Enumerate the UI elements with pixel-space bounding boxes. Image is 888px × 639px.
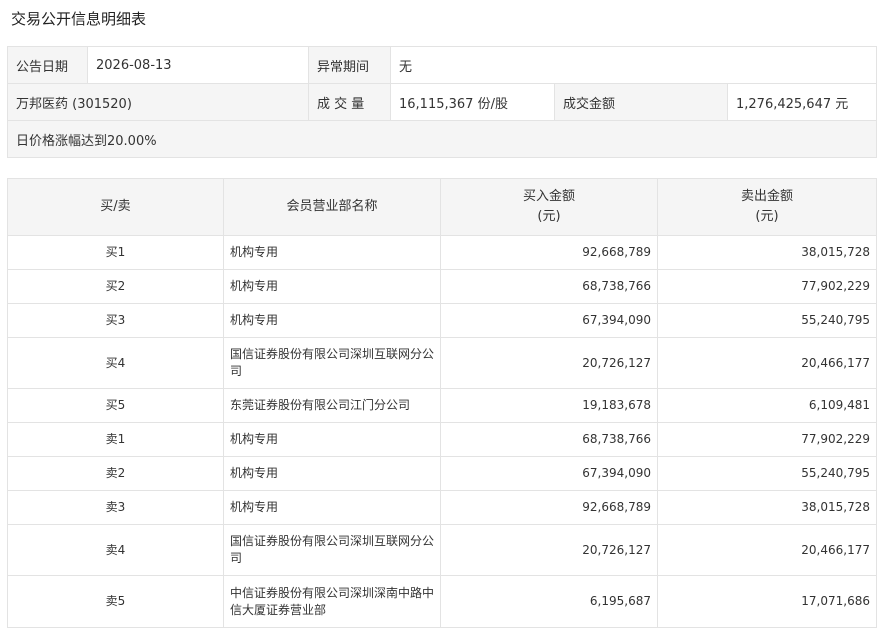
row-buy: 92,668,789 (440, 490, 658, 525)
row-name: 机构专用 (223, 422, 441, 457)
table-row: 买4 国信证券股份有限公司深圳互联网分公司 20,726,127 20,466,… (7, 337, 877, 389)
volume-label: 成 交 量 (308, 83, 391, 121)
table-row: 卖3 机构专用 92,668,789 38,015,728 (7, 490, 877, 525)
date-value: 2026-08-13 (87, 46, 309, 84)
row-name: 机构专用 (223, 269, 441, 304)
volume-value: 16,115,367 份/股 (390, 83, 555, 121)
row-buy: 67,394,090 (440, 456, 658, 491)
detail-table: 买/卖 会员营业部名称 买入金额 (元) 卖出金额 (元) 买1 机构专用 92… (7, 178, 877, 628)
header-sell: 卖出金额 (元) (657, 178, 877, 236)
row-buy: 20,726,127 (440, 524, 658, 576)
row-name: 东莞证券股份有限公司江门分公司 (223, 388, 441, 423)
amount-label: 成交金额 (554, 83, 728, 121)
table-row: 卖4 国信证券股份有限公司深圳互联网分公司 20,726,127 20,466,… (7, 524, 877, 576)
header-name: 会员营业部名称 (223, 178, 441, 236)
row-side: 卖1 (7, 422, 224, 457)
header-side: 买/卖 (7, 178, 224, 236)
row-sell: 55,240,795 (657, 303, 877, 338)
reason-text: 日价格涨幅达到20.00% (6, 120, 878, 158)
row-side: 卖3 (7, 490, 224, 525)
table-row: 买3 机构专用 67,394,090 55,240,795 (7, 303, 877, 338)
row-sell: 20,466,177 (657, 524, 877, 576)
row-name: 机构专用 (223, 456, 441, 491)
detail-header-row: 买/卖 会员营业部名称 买入金额 (元) 卖出金额 (元) (7, 178, 877, 236)
table-row: 买1 机构专用 92,668,789 38,015,728 (7, 235, 877, 270)
amount-value: 1,276,425,647 元 (726, 83, 878, 121)
row-sell: 20,466,177 (657, 337, 877, 389)
row-name: 中信证券股份有限公司深圳深南中路中信大厦证券营业部 (223, 575, 441, 628)
summary-row-stock: 万邦医药 (301520) 成 交 量 16,115,367 份/股 成交金额 … (7, 83, 878, 121)
row-side: 买3 (7, 303, 224, 338)
stock-name: 万邦医药 (301520) (7, 83, 309, 121)
row-buy: 20,726,127 (440, 337, 658, 389)
page-title: 交易公开信息明细表 (11, 10, 147, 28)
table-row: 卖2 机构专用 67,394,090 55,240,795 (7, 456, 877, 491)
table-row: 买5 东莞证券股份有限公司江门分公司 19,183,678 6,109,481 (7, 388, 877, 423)
header-buy-line2: (元) (537, 209, 561, 224)
date-label: 公告日期 (7, 46, 88, 84)
row-name: 机构专用 (223, 490, 441, 525)
row-side: 买2 (7, 269, 224, 304)
row-sell: 17,071,686 (657, 575, 877, 628)
header-sell-line1: 卖出金额 (740, 189, 793, 204)
row-sell: 38,015,728 (657, 490, 877, 525)
summary-row-date: 公告日期 2026-08-13 异常期间 无 (7, 46, 878, 84)
row-side: 买4 (7, 337, 224, 389)
row-buy: 6,195,687 (440, 575, 658, 628)
row-sell: 55,240,795 (657, 456, 877, 491)
row-buy: 67,394,090 (440, 303, 658, 338)
table-row: 卖1 机构专用 68,738,766 77,902,229 (7, 422, 877, 457)
row-buy: 68,738,766 (440, 269, 658, 304)
row-name: 机构专用 (223, 235, 441, 270)
summary-table: 公告日期 2026-08-13 异常期间 无 万邦医药 (301520) 成 交… (6, 46, 878, 158)
period-label: 异常期间 (308, 46, 391, 84)
row-name: 国信证券股份有限公司深圳互联网分公司 (223, 337, 441, 389)
row-name: 国信证券股份有限公司深圳互联网分公司 (223, 524, 441, 576)
row-sell: 6,109,481 (657, 388, 877, 423)
header-buy-line1: 买入金额 (522, 189, 575, 204)
table-row: 买2 机构专用 68,738,766 77,902,229 (7, 269, 877, 304)
row-side: 买5 (7, 388, 224, 423)
row-side: 买1 (7, 235, 224, 270)
row-buy: 92,668,789 (440, 235, 658, 270)
period-value: 无 (389, 46, 878, 84)
row-name: 机构专用 (223, 303, 441, 338)
row-sell: 38,015,728 (657, 235, 877, 270)
row-buy: 19,183,678 (440, 388, 658, 423)
summary-row-reason: 日价格涨幅达到20.00% (6, 120, 878, 158)
row-sell: 77,902,229 (657, 422, 877, 457)
row-side: 卖4 (7, 524, 224, 576)
row-sell: 77,902,229 (657, 269, 877, 304)
row-side: 卖5 (7, 575, 224, 628)
row-side: 卖2 (7, 456, 224, 491)
header-buy: 买入金额 (元) (440, 178, 658, 236)
table-row: 卖5 中信证券股份有限公司深圳深南中路中信大厦证券营业部 6,195,687 1… (7, 575, 877, 628)
header-sell-line2: (元) (755, 209, 779, 224)
row-buy: 68,738,766 (440, 422, 658, 457)
